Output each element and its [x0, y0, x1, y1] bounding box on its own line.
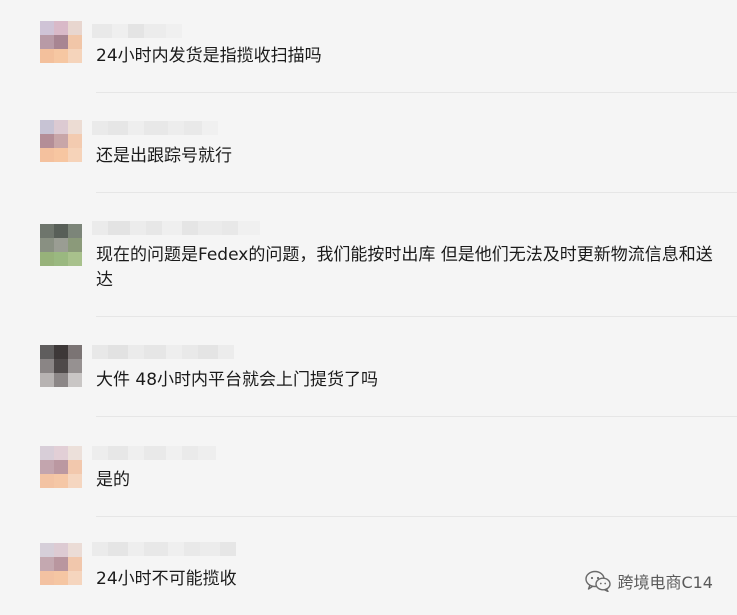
watermark: 跨境电商C14 [585, 569, 713, 593]
watermark-label: 跨境电商C14 [617, 573, 713, 592]
avatar[interactable] [40, 543, 82, 585]
avatar[interactable] [40, 21, 82, 63]
chat-message-list: 24小时内发货是指揽收扫描吗 还是出跟踪号就行 现在的问题是Fedex的问题，我… [0, 0, 737, 615]
wechat-icon [585, 570, 612, 592]
message-text: 还是出跟踪号就行 [96, 146, 232, 166]
message-text: 24小时内发货是指揽收扫描吗 [96, 46, 322, 66]
avatar[interactable] [40, 224, 82, 266]
sender-name-blurred [92, 24, 182, 38]
sender-name-blurred [92, 121, 218, 135]
message-text: 大件 48小时内平台就会上门提货了吗 [96, 370, 379, 390]
avatar[interactable] [40, 446, 82, 488]
avatar[interactable] [40, 120, 82, 162]
message-text: 是的 [96, 470, 130, 490]
message-text: 现在的问题是Fedex的问题，我们能按时出库 但是他们无法及时更新物流信息和送达 [96, 245, 713, 290]
sender-name-blurred [92, 446, 216, 460]
sender-name-blurred [92, 221, 260, 235]
sender-name-blurred [92, 542, 236, 556]
message-divider [96, 92, 737, 93]
sender-name-blurred [92, 345, 234, 359]
message-divider [96, 316, 737, 317]
message-divider [96, 192, 737, 193]
avatar[interactable] [40, 345, 82, 387]
message-divider [96, 516, 737, 517]
message-divider [96, 416, 737, 417]
